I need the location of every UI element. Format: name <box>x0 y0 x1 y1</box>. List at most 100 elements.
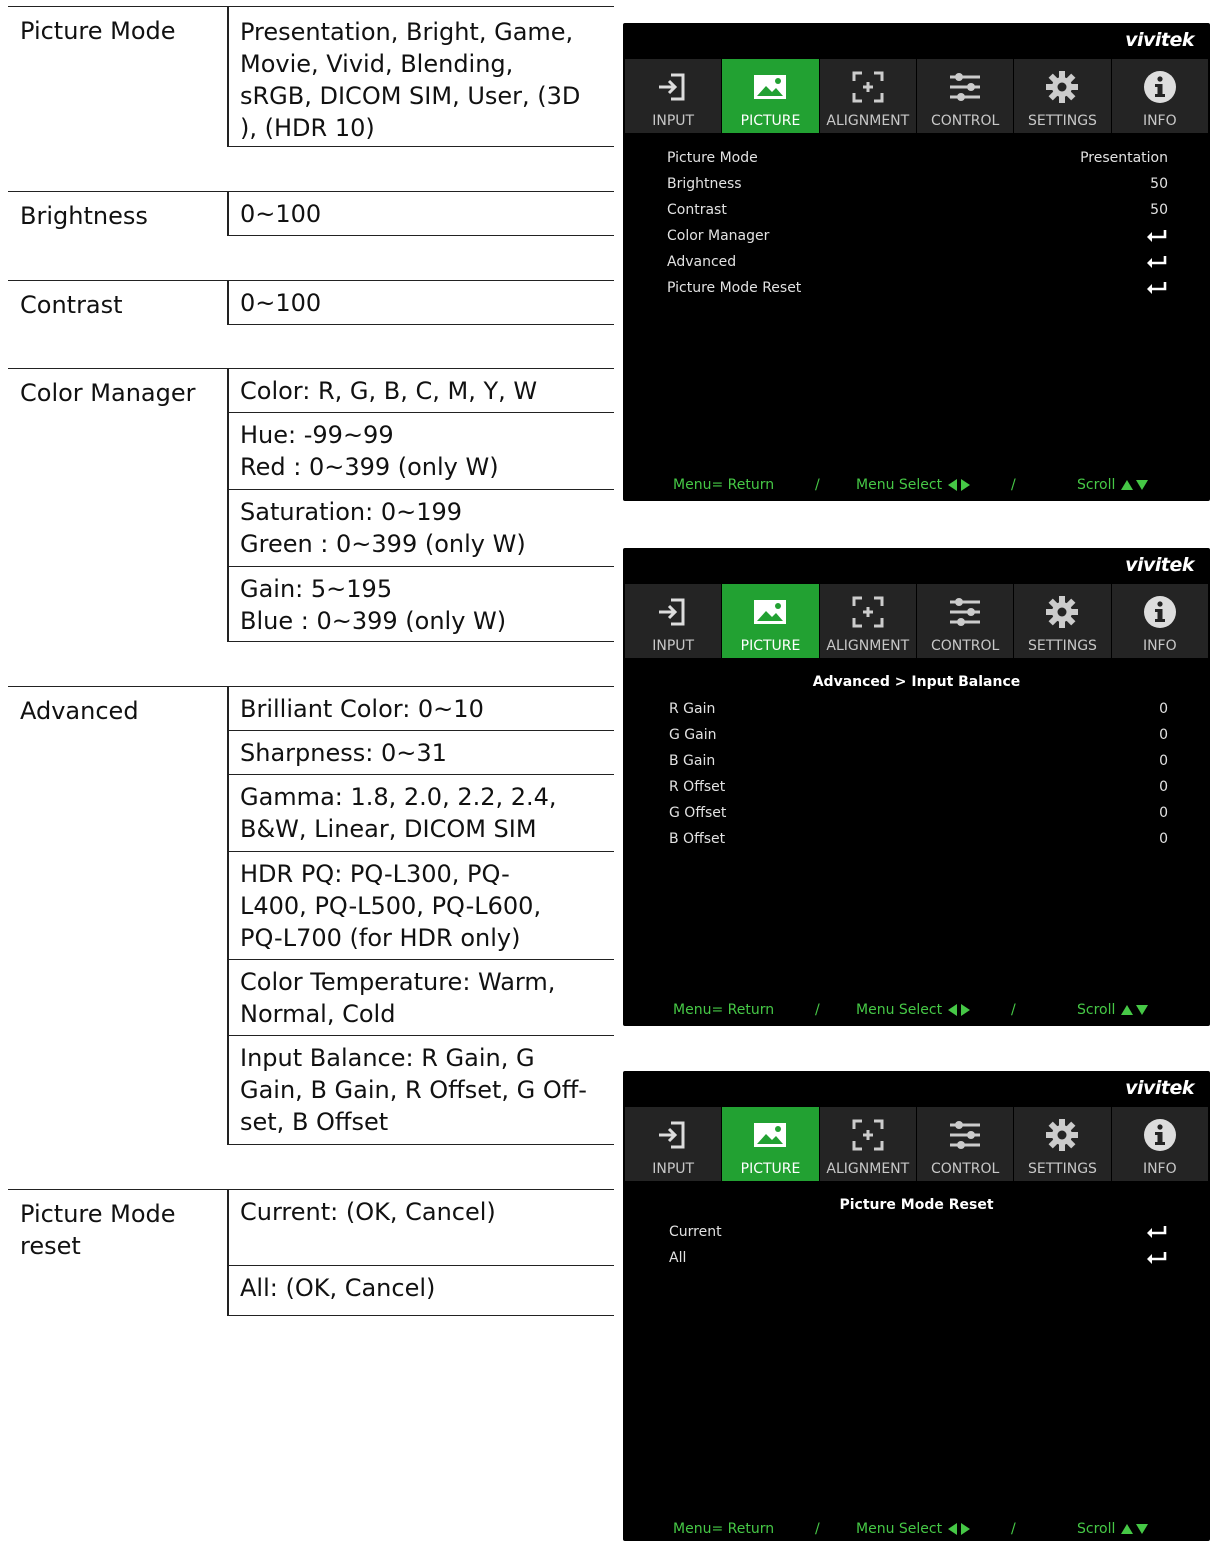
footer-separator: / <box>1011 1521 1016 1537</box>
footer-scroll-label: Scroll <box>1077 477 1116 493</box>
contrast-group: Contrast 0~100 <box>8 280 614 325</box>
tab-label: SETTINGS <box>1028 113 1097 129</box>
tab-picture[interactable]: PICTURE <box>722 1107 820 1181</box>
tab-picture[interactable]: PICTURE <box>722 59 820 133</box>
footer-scroll-label: Scroll <box>1077 1002 1116 1018</box>
tab-picture[interactable]: PICTURE <box>722 584 820 658</box>
menu-item-brightness[interactable]: Brightness 50 <box>667 171 1168 197</box>
tab-label: PICTURE <box>740 113 801 129</box>
contrast-range: 0~100 <box>228 280 614 325</box>
enter-icon-wrap <box>1146 275 1168 301</box>
arrow-down-icon <box>1136 480 1149 490</box>
tab-label: INPUT <box>652 638 695 654</box>
vivitek-logo: vivitek <box>1125 554 1194 576</box>
menu-item-label: B Gain <box>669 753 716 769</box>
menu-item-value: 0 <box>1159 779 1168 795</box>
tab-input[interactable]: INPUT <box>625 584 723 658</box>
advanced-line: PQ-L700 (for HDR only) <box>240 924 521 952</box>
menu-item-r-offset[interactable]: R Offset 0 <box>669 774 1168 800</box>
picture-icon <box>754 1123 787 1147</box>
menu-item-b-offset[interactable]: B Offset 0 <box>669 826 1168 852</box>
tab-label: ALIGNMENT <box>826 113 910 129</box>
menu-item-g-gain[interactable]: G Gain 0 <box>669 722 1168 748</box>
enter-icon-wrap <box>1146 223 1168 249</box>
arrow-right-icon <box>961 1004 971 1016</box>
color-manager-line: Color: R, G, B, C, M, Y, W <box>240 377 538 405</box>
osd-screen-input-balance: vivitek INPUT PICTURE ALIGNMENT CONTROL SETT… <box>623 548 1210 1026</box>
control-sliders-icon <box>950 598 981 626</box>
footer-menu-return: Menu= Return <box>673 1002 775 1018</box>
tab-control[interactable]: CONTROL <box>917 584 1015 658</box>
osd-tab-bar: INPUT PICTURE ALIGNMENT CONTROL SETTINGS INFO <box>625 59 1208 133</box>
picture-mode-options: Presentation, Bright, Game, Movie, Vivid… <box>228 6 614 147</box>
arrow-down-icon <box>1136 1005 1149 1015</box>
arrow-up-icon <box>1121 1524 1134 1534</box>
tab-label: SETTINGS <box>1028 1161 1097 1177</box>
footer-separator: / <box>815 1002 820 1018</box>
advanced-line: B&W, Linear, DICOM SIM <box>240 815 537 843</box>
picture-mode-reset-cell: All: (OK, Cancel) <box>228 1266 614 1316</box>
arrow-left-icon <box>948 1523 958 1535</box>
tab-label: INFO <box>1142 1161 1177 1177</box>
tab-alignment[interactable]: ALIGNMENT <box>820 59 917 133</box>
menu-item-all[interactable]: All <box>669 1245 1168 1271</box>
tab-settings[interactable]: SETTINGS <box>1014 1107 1112 1181</box>
tab-alignment[interactable]: ALIGNMENT <box>820 1107 917 1181</box>
arrow-up-icon <box>1121 480 1134 490</box>
enter-icon <box>1147 1252 1167 1264</box>
menu-item-current[interactable]: Current <box>669 1219 1168 1245</box>
brightness-label: Brightness <box>8 191 228 236</box>
control-sliders-icon <box>950 1121 981 1149</box>
menu-item-value: 50 <box>1150 202 1168 218</box>
menu-item-picture-mode-reset[interactable]: Picture Mode Reset <box>667 275 1168 301</box>
tab-settings[interactable]: SETTINGS <box>1014 584 1112 658</box>
arrow-down-icon <box>1136 1524 1149 1534</box>
control-sliders-icon <box>950 73 981 101</box>
osd-submenu-title: Picture Mode Reset <box>839 1197 994 1213</box>
tab-control[interactable]: CONTROL <box>917 1107 1015 1181</box>
menu-item-color-manager[interactable]: Color Manager <box>667 223 1168 249</box>
tab-info[interactable]: INFO <box>1112 584 1208 658</box>
tab-settings[interactable]: SETTINGS <box>1014 59 1112 133</box>
menu-item-r-gain[interactable]: R Gain 0 <box>669 696 1168 722</box>
contrast-label: Contrast <box>8 280 228 325</box>
advanced-line: Gain, B Gain, R Offset, G Off- <box>240 1076 587 1104</box>
menu-item-label: Advanced <box>667 254 737 270</box>
tab-input[interactable]: INPUT <box>625 1107 723 1181</box>
alignment-icon <box>852 1119 884 1151</box>
tab-label: ALIGNMENT <box>826 1161 910 1177</box>
menu-item-label: G Gain <box>669 727 717 743</box>
brightness-range: 0~100 <box>228 191 614 236</box>
footer-separator: / <box>815 477 820 493</box>
arrow-right-icon <box>961 1523 971 1535</box>
tab-info[interactable]: INFO <box>1112 1107 1208 1181</box>
advanced-line: HDR PQ: PQ-L300, PQ- <box>240 860 510 888</box>
advanced-cell: HDR PQ: PQ-L300, PQ- L400, PQ-L500, PQ-L… <box>228 852 614 960</box>
menu-item-advanced[interactable]: Advanced <box>667 249 1168 275</box>
advanced-group: Advanced Brilliant Color: 0~10 Sharpness… <box>8 686 614 1145</box>
picture-mode-reset-line: All: (OK, Cancel) <box>240 1274 436 1302</box>
tab-label: PICTURE <box>740 638 801 654</box>
tab-info[interactable]: INFO <box>1112 59 1208 133</box>
tab-alignment[interactable]: ALIGNMENT <box>820 584 917 658</box>
info-icon <box>1143 596 1176 628</box>
menu-item-label: Brightness <box>667 176 742 192</box>
vivitek-logo: vivitek <box>1125 29 1194 51</box>
menu-item-b-gain[interactable]: B Gain 0 <box>669 748 1168 774</box>
color-manager-cell: Hue: -99~99 Red : 0~399 (only W) <box>228 413 614 490</box>
advanced-cell: Color Temperature: Warm, Normal, Cold <box>228 960 614 1036</box>
picture-mode-reset-cell: Current: (OK, Cancel) <box>228 1189 614 1266</box>
tab-label: CONTROL <box>930 113 1000 129</box>
tab-control[interactable]: CONTROL <box>917 59 1015 133</box>
tab-input[interactable]: INPUT <box>625 59 723 133</box>
footer-menu-select-label: Menu Select <box>856 1002 943 1018</box>
tab-label: CONTROL <box>930 1161 1000 1177</box>
menu-item-label: Current <box>669 1224 722 1240</box>
menu-item-g-offset[interactable]: G Offset 0 <box>669 800 1168 826</box>
info-icon <box>1143 71 1176 103</box>
footer-separator: / <box>1011 477 1016 493</box>
menu-item-label: Contrast <box>667 202 727 218</box>
footer-menu-select: Menu Select <box>856 1521 971 1537</box>
menu-item-contrast[interactable]: Contrast 50 <box>667 197 1168 223</box>
menu-item-picture-mode[interactable]: Picture Mode Presentation <box>667 145 1168 171</box>
